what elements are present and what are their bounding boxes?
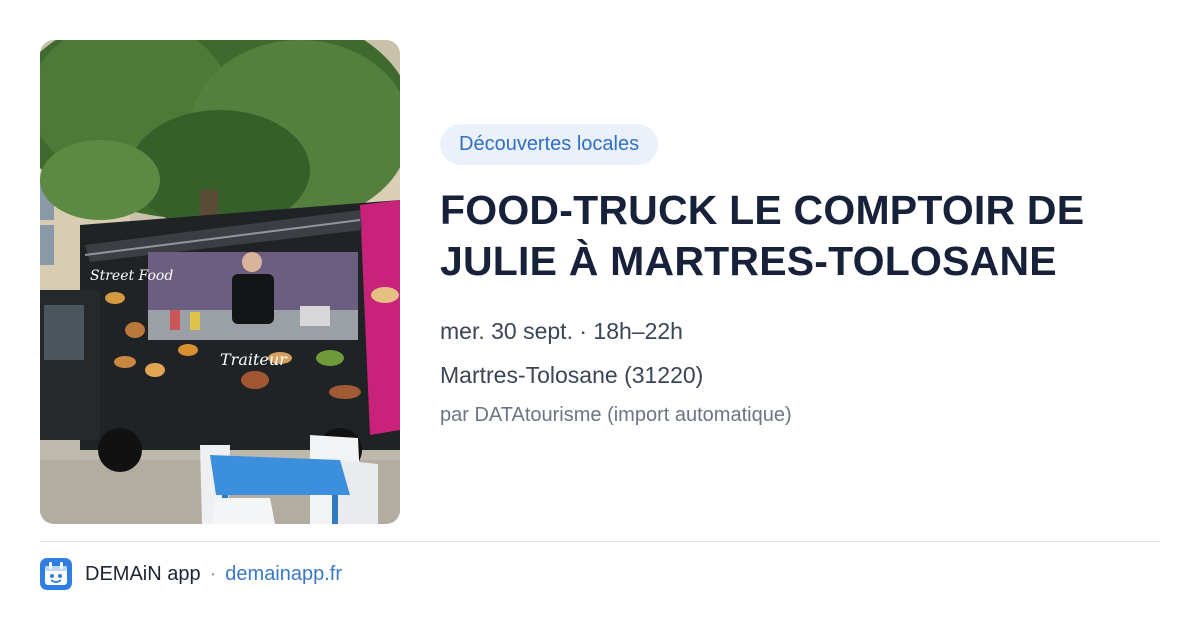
demain-app-icon [40, 558, 72, 590]
truck-sign-street-food: Street Food [90, 268, 173, 284]
event-date: mer. 30 sept. · 18h–22h [440, 318, 683, 344]
app-name: DEMAiN app [85, 562, 201, 585]
footer-divider [40, 541, 1160, 542]
footer: DEMAiN app · demainapp.fr [40, 558, 342, 590]
app-website-link[interactable]: demainapp.fr [225, 563, 342, 586]
event-title: FOOD-TRUCK LE COMPTOIR DE JULIE À MARTRE… [440, 187, 1085, 284]
event-source: par DATAtourisme (import automatique) [440, 404, 792, 426]
category-tag[interactable]: Découvertes locales [440, 124, 659, 165]
truck-sign-traiteur: Traiteur [220, 350, 288, 369]
event-location: Martres-Tolosane (31220) [440, 362, 704, 388]
footer-separator: · [209, 562, 217, 585]
event-info: Découvertes locales FOOD-TRUCK LE COMPTO… [440, 124, 1160, 428]
event-photo: Street Food Traiteur [40, 40, 400, 524]
event-share-card: Street Food Traiteur Découvertes locales… [0, 0, 1200, 630]
